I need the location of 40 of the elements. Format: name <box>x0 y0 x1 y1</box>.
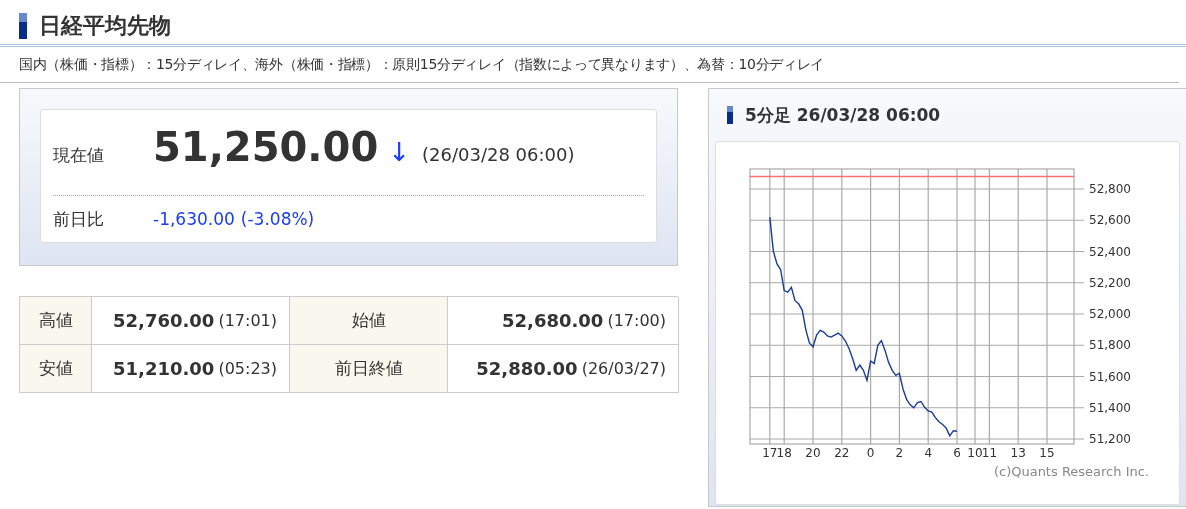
price-timestamp: (26/03/28 06:00) <box>422 144 575 165</box>
title-marker-icon <box>727 106 733 124</box>
x-axis-label: 2 <box>895 446 904 460</box>
y-axis-label: 52,200 <box>1089 275 1131 290</box>
x-axis-label: 11 <box>981 446 998 460</box>
delay-notice: 国内（株価・指標）：15分ディレイ、海外（株価・指標）：原則15分ディレイ（指数によって異なります）、為替：10分ディレイ <box>0 47 1179 83</box>
x-axis-label: 22 <box>834 446 850 460</box>
y-axis-label: 52,600 <box>1089 213 1131 228</box>
x-axis-label: 0 <box>866 446 875 460</box>
x-axis-label: 4 <box>924 446 932 460</box>
page-title: 日経平均先物 <box>39 12 171 40</box>
x-axis-label: 20 <box>805 446 821 460</box>
y-axis-label: 51,400 <box>1089 400 1131 415</box>
price-change: -1,630.00 <box>153 209 235 229</box>
y-axis-label: 52,400 <box>1089 244 1131 259</box>
title-marker-icon <box>19 13 27 39</box>
x-axis-label: 17 <box>762 446 778 460</box>
y-axis-label: 51,200 <box>1089 432 1131 446</box>
price-label: 現在値 <box>53 144 105 167</box>
stat-label: 安値 <box>20 345 92 393</box>
stat-label: 始値 <box>290 297 448 345</box>
stat-label: 前日終値 <box>290 345 448 393</box>
chart-title: 5分足 26/03/28 06:00 <box>745 103 941 127</box>
y-axis-label: 51,800 <box>1089 338 1131 353</box>
stat-value-cell: 52,680.00 (17:00) <box>448 297 679 345</box>
stat-value-cell: 52,880.00 (26/03/27) <box>448 345 679 393</box>
x-axis-label: 10 <box>967 446 983 460</box>
x-axis-label: 15 <box>1039 446 1055 460</box>
stat-label: 高値 <box>20 297 92 345</box>
x-axis-label: 18 <box>776 446 792 460</box>
y-axis-label: 51,600 <box>1089 369 1131 384</box>
current-price: 51,250.00 <box>153 124 379 170</box>
y-axis-label: 52,000 <box>1089 307 1131 321</box>
x-axis-label: 13 <box>1010 446 1026 460</box>
percent-change: (-3.08%) <box>240 209 315 229</box>
trend-arrow: ↓ <box>388 137 410 167</box>
chart-copyright: (c)Quants Research Inc. <box>993 464 1149 479</box>
y-axis-label: 52,800 <box>1089 182 1131 196</box>
x-axis-label: 6 <box>953 446 961 460</box>
change-label: 前日比 <box>53 207 105 231</box>
